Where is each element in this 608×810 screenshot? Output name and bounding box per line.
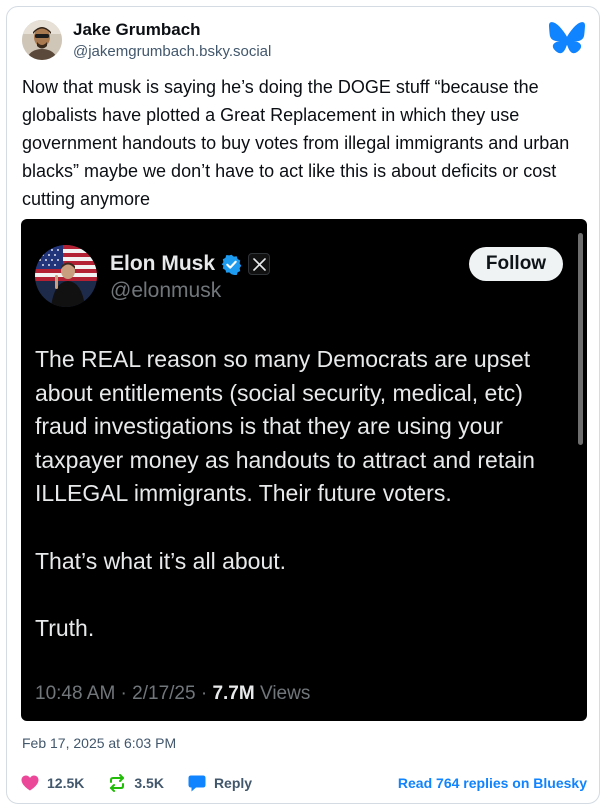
embed-views-count: 7.7M (212, 683, 255, 704)
repost-count: 3.5K (134, 775, 164, 791)
embed-views-label: Views (259, 683, 311, 704)
post-text: Now that musk is saying he’s doing the D… (22, 77, 570, 209)
embed-paragraph-spacer (35, 511, 579, 545)
reply-label: Reply (213, 775, 253, 791)
like-stat[interactable]: 12.5K (21, 775, 84, 791)
embed-meta: 10:48 AM · 2/17/25 · 7.7M Views (35, 683, 310, 705)
follow-button[interactable]: Follow (469, 247, 563, 281)
read-replies-link[interactable]: Read 764 replies on Bluesky (398, 775, 587, 791)
like-count: 12.5K (47, 775, 85, 791)
embed-author-row: Elon Musk (110, 252, 271, 276)
embed-paragraph: Truth. (35, 614, 95, 641)
repost-stat[interactable]: 3.5K (108, 774, 164, 792)
author-handle[interactable]: @jakemgrumbach.bsky.social (73, 43, 271, 60)
post-header: Jake Grumbach @jakemgrumbach.bsky.social (21, 19, 585, 63)
post-card[interactable]: Jake Grumbach @jakemgrumbach.bsky.social… (6, 6, 600, 804)
embed-paragraph: That’s what it’s all about. (35, 547, 287, 574)
embed-paragraph-spacer (35, 578, 579, 612)
reply-button[interactable]: Reply (188, 775, 252, 792)
bluesky-butterfly-icon[interactable] (549, 22, 585, 54)
post-date[interactable]: Feb 17, 2025 at 6:03 PM (22, 735, 176, 751)
verified-badge-icon (221, 254, 242, 275)
embedded-tweet-image[interactable]: Elon Musk @elonmusk Follow The REAL reas… (21, 219, 587, 721)
embed-avatar (35, 245, 97, 307)
embed-timestamp: 10:48 AM · 2/17/25 · (35, 683, 208, 704)
embed-tweet-text: The REAL reason so many Democrats are up… (35, 343, 579, 645)
repost-icon (110, 774, 125, 792)
author-name[interactable]: Jake Grumbach (73, 20, 201, 40)
reply-bubble-icon (188, 775, 206, 791)
author-avatar[interactable] (22, 20, 62, 60)
heart-icon (21, 775, 39, 791)
embed-author-handle[interactable]: @elonmusk (110, 279, 221, 303)
embed-paragraph: The REAL reason so many Democrats are up… (35, 346, 535, 507)
x-logo-icon (248, 253, 271, 275)
post-footer: 12.5K 3.5K Reply Read 764 replies on Blu… (21, 773, 587, 793)
embed-author-name[interactable]: Elon Musk (110, 252, 215, 276)
